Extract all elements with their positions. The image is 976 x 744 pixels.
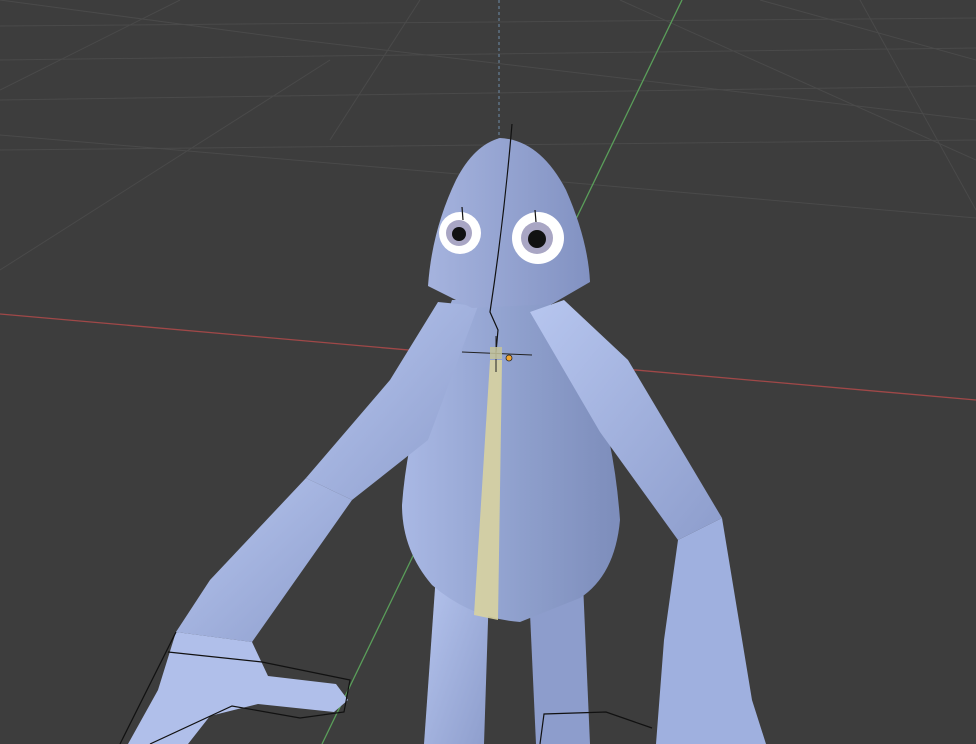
- left-forearm: [176, 478, 352, 642]
- left-eye: [439, 212, 481, 254]
- viewport-canvas[interactable]: [0, 0, 976, 744]
- character-mesh[interactable]: [128, 138, 766, 744]
- origin-dot-icon[interactable]: [505, 354, 513, 362]
- right-forearm: [656, 518, 766, 744]
- right-eye: [512, 212, 564, 264]
- left-hand: [128, 632, 348, 744]
- 3d-viewport[interactable]: [0, 0, 976, 744]
